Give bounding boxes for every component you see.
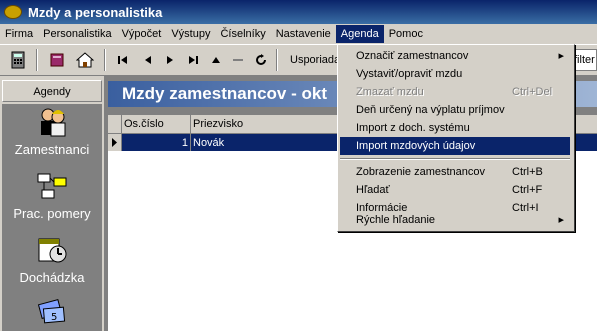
menu-item-label: Vystaviť/opraviť mzdu <box>356 68 463 80</box>
prev-record-icon[interactable] <box>139 49 157 71</box>
app-icon <box>4 5 22 19</box>
row-indicator <box>108 134 122 151</box>
title-bar: Mzdy a personalistika <box>0 0 597 24</box>
menu-item-label: Import z doch. systému <box>356 122 470 134</box>
menu-separator <box>340 158 570 160</box>
next-record-icon[interactable] <box>161 49 179 71</box>
menu-vystupy[interactable]: Výstupy <box>166 25 215 43</box>
sidebar-item-mzdy[interactable]: 5 <box>2 296 102 328</box>
sidebar-item-zamestnanci[interactable]: Zamestnanci <box>2 106 102 157</box>
money-icon: 5 <box>36 296 68 328</box>
submenu-arrow-icon: ▸ <box>558 50 564 62</box>
sort-label: Usporiada <box>290 54 341 66</box>
menu-item-hladat[interactable]: Hľadať Ctrl+F <box>340 181 570 199</box>
menu-bar: Firma Personalistika Výpočet Výstupy Čís… <box>0 24 597 45</box>
submenu-arrow-icon: ▸ <box>558 214 564 226</box>
menu-vypocet[interactable]: Výpočet <box>117 25 167 43</box>
svg-text:5: 5 <box>51 312 57 323</box>
filter-label: filter <box>574 54 595 66</box>
insert-record-icon[interactable] <box>207 49 225 71</box>
employees-icon <box>36 106 68 138</box>
menu-item-label: Deň určený na výplatu príjmov <box>356 104 505 116</box>
column-header-os-cislo[interactable]: Os.číslo <box>122 115 191 133</box>
sidebar-item-label: Zamestnanci <box>14 142 90 157</box>
sidebar-item-label: Prac. pomery <box>13 206 91 221</box>
toolbar-separator <box>36 49 38 71</box>
toolbar-separator <box>276 49 278 71</box>
menu-item-label: Rýchle hľadanie <box>356 214 436 226</box>
toolbar-separator <box>104 49 106 71</box>
menu-agenda[interactable]: Agenda <box>335 25 384 43</box>
calendar-clock-icon <box>36 234 68 266</box>
menu-item-import-mzdovych-udajov[interactable]: Import mzdových údajov <box>340 137 570 155</box>
menu-firma[interactable]: Firma <box>0 25 38 43</box>
refresh-icon[interactable] <box>252 49 270 71</box>
sidebar: Agendy Zamestnanci Prac. pomery Dochádzk… <box>0 76 105 331</box>
window-title: Mzdy a personalistika <box>28 4 163 20</box>
menu-item-label: Zmazať mzdu <box>356 86 424 98</box>
menu-pomoc[interactable]: Pomoc <box>384 25 428 43</box>
menu-nastavenie[interactable]: Nastavenie <box>271 25 336 43</box>
sidebar-item-prac-pomery[interactable]: Prac. pomery <box>2 170 102 221</box>
calculator-icon[interactable] <box>8 49 28 71</box>
agenda-dropdown-menu: Označiť zamestnancov ▸ Vystaviť/opraviť … <box>337 44 575 232</box>
menu-item-import-doch[interactable]: Import z doch. systému <box>340 119 570 137</box>
last-record-icon[interactable] <box>184 49 202 71</box>
menu-item-vystavit-mzdu[interactable]: Vystaviť/opraviť mzdu <box>340 65 570 83</box>
menu-item-shortcut: Ctrl+F <box>512 184 543 196</box>
book-icon[interactable] <box>47 49 69 71</box>
menu-item-zobrazenie-zamestnancov[interactable]: Zobrazenie zamestnancov Ctrl+B <box>340 163 570 181</box>
menu-ciselniky[interactable]: Číselníky <box>215 25 270 43</box>
menu-personalistika[interactable]: Personalistika <box>38 25 116 43</box>
menu-item-label: Zobrazenie zamestnancov <box>356 166 486 178</box>
menu-item-zmazat-mzdu[interactable]: Zmazať mzdu Ctrl+Del <box>340 83 570 101</box>
sort-button[interactable]: Usporiada <box>284 49 344 71</box>
menu-item-label: Import mzdových údajov <box>356 140 476 152</box>
menu-item-shortcut: Ctrl+Del <box>512 86 553 98</box>
org-chart-icon <box>36 170 68 202</box>
menu-item-label: Označiť zamestnancov <box>356 50 469 62</box>
row-indicator-header <box>108 115 122 133</box>
menu-item-shortcut: Ctrl+B <box>512 166 543 178</box>
sidebar-item-label: Dochádzka <box>19 270 85 285</box>
sidebar-header: Agendy <box>2 80 102 102</box>
menu-item-oznacit-zamestnancov[interactable]: Označiť zamestnancov ▸ <box>340 47 570 65</box>
agendy-panel: Zamestnanci Prac. pomery Dochádzka 5 <box>2 104 102 331</box>
menu-item-label: Hľadať <box>356 184 390 196</box>
sidebar-item-dochadzka[interactable]: Dochádzka <box>2 234 102 285</box>
cell-os-cislo[interactable]: 1 <box>122 134 191 151</box>
home-icon[interactable] <box>74 49 96 71</box>
delete-record-icon[interactable] <box>229 49 247 71</box>
menu-item-den-vyplaty[interactable]: Deň určený na výplatu príjmov <box>340 101 570 119</box>
first-record-icon[interactable] <box>114 49 132 71</box>
menu-item-rychle-hladanie[interactable]: Rýchle hľadanie ▸ <box>340 211 570 229</box>
